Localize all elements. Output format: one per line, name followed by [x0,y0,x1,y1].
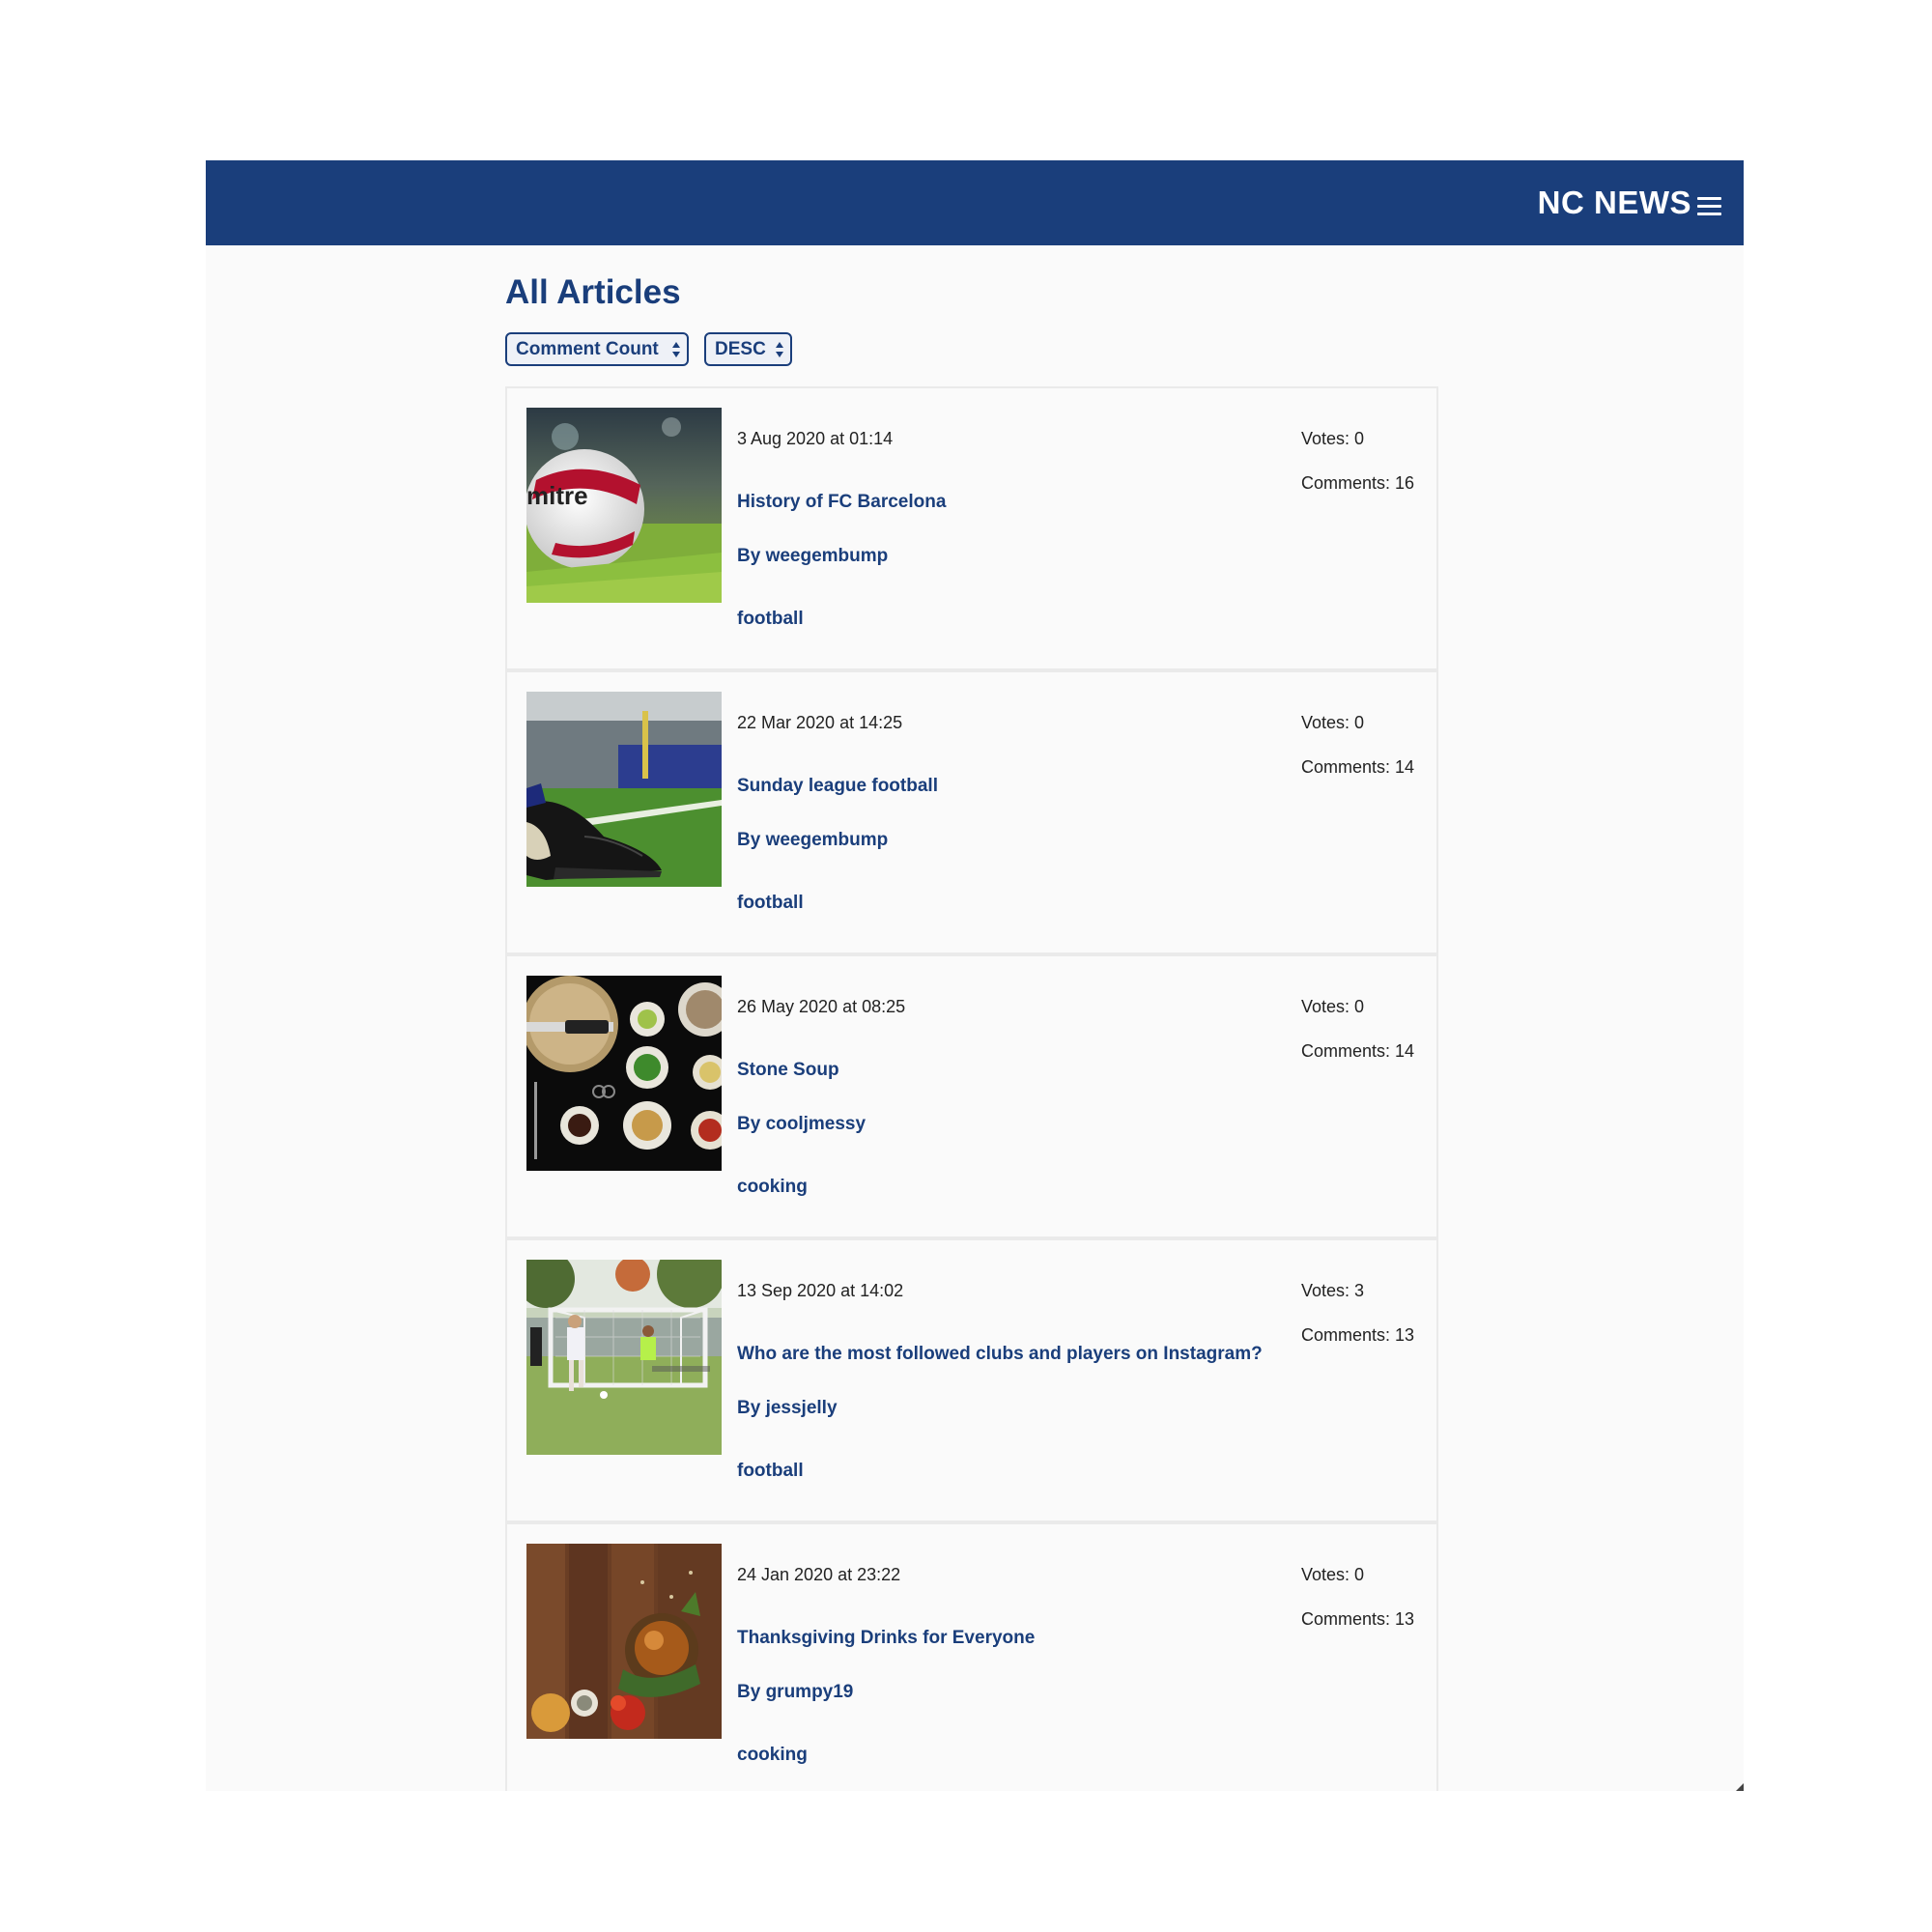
order-value: DESC [715,339,766,359]
page-title: All Articles [505,273,681,311]
football-on-grass-photo[interactable]: mitre [526,408,722,603]
article-card[interactable]: 26 May 2020 at 08:25 Stone Soup By coolj… [505,954,1438,1238]
article-comment-count: Comments: 16 [1301,473,1415,493]
article-card[interactable]: mitre 3 Aug 2020 at 01:14 History of FC … [505,386,1438,670]
article-author-link[interactable]: By weegembump [737,828,888,853]
article-author-link[interactable]: By weegembump [737,544,888,569]
article-title-link[interactable]: Thanksgiving Drinks for Everyone [737,1626,1035,1651]
article-date: 3 Aug 2020 at 01:14 [737,429,894,448]
article-votes: Votes: 3 [1301,1281,1365,1300]
article-list: mitre 3 Aug 2020 at 01:14 History of FC … [505,386,1438,1791]
article-author-link[interactable]: By jessjelly [737,1396,838,1421]
site-brand[interactable]: NC NEWS [1538,182,1691,224]
soccer-match-goal-photo[interactable] [526,1260,722,1455]
article-date: 24 Jan 2020 at 23:22 [737,1565,901,1584]
thanksgiving-table-food-photo[interactable] [526,1544,722,1739]
browser-viewport: NC NEWS All Articles Comment Count DESC [206,160,1744,1791]
article-author-link[interactable]: By cooljmessy [737,1112,866,1137]
resize-handle-icon[interactable] [1736,1783,1744,1791]
article-topic-link[interactable]: football [737,1459,804,1484]
hamburger-menu-icon[interactable] [1697,197,1721,216]
order-select[interactable]: DESC [704,332,792,366]
select-arrows-icon [672,342,680,357]
sort-by-select[interactable]: Comment Count [505,332,689,366]
svg-text:mitre: mitre [526,481,588,510]
article-votes: Votes: 0 [1301,713,1365,732]
article-date: 26 May 2020 at 08:25 [737,997,906,1016]
sort-by-value: Comment Count [516,339,659,359]
article-votes: Votes: 0 [1301,997,1365,1016]
article-topic-link[interactable]: cooking [737,1175,808,1200]
top-nav-bar: NC NEWS [206,160,1744,245]
article-card[interactable]: 22 Mar 2020 at 14:25 Sunday league footb… [505,670,1438,954]
article-card[interactable]: 13 Sep 2020 at 14:02 Who are the most fo… [505,1238,1438,1522]
article-date: 22 Mar 2020 at 14:25 [737,713,903,732]
article-votes: Votes: 0 [1301,1565,1365,1584]
cooking-ingredients-bowls-photo[interactable] [526,976,722,1171]
article-comment-count: Comments: 13 [1301,1609,1415,1629]
article-topic-link[interactable]: football [737,607,804,632]
article-comment-count: Comments: 13 [1301,1325,1415,1345]
article-author-link[interactable]: By grumpy19 [737,1680,853,1705]
article-topic-link[interactable]: cooking [737,1743,808,1768]
article-votes: Votes: 0 [1301,429,1365,448]
article-title-link[interactable]: Stone Soup [737,1058,839,1083]
article-date: 13 Sep 2020 at 14:02 [737,1281,904,1300]
football-boot-on-pitch-photo[interactable] [526,692,722,887]
article-title-link[interactable]: Sunday league football [737,774,938,799]
article-card[interactable]: 24 Jan 2020 at 23:22 Thanksgiving Drinks… [505,1522,1438,1791]
article-comment-count: Comments: 14 [1301,1041,1415,1061]
article-comment-count: Comments: 14 [1301,757,1415,777]
article-title-link[interactable]: Who are the most followed clubs and play… [737,1342,1263,1367]
select-arrows-icon [776,342,783,357]
article-topic-link[interactable]: football [737,891,804,916]
article-title-link[interactable]: History of FC Barcelona [737,490,946,515]
